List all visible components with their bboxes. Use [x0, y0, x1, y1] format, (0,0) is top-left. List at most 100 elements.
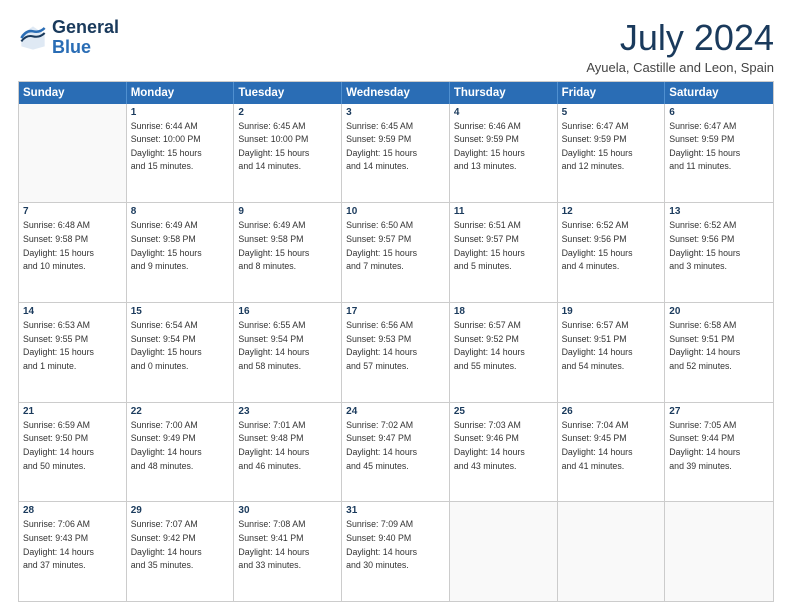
cell-info-line: Sunrise: 6:52 AM: [669, 219, 769, 233]
calendar-empty-cell: [665, 502, 773, 601]
cell-info-line: Sunset: 9:56 PM: [562, 233, 661, 247]
day-number: 11: [454, 206, 553, 217]
cell-info-line: Sunrise: 6:53 AM: [23, 319, 122, 333]
cell-info-line: Sunset: 10:00 PM: [131, 133, 230, 147]
cell-info-line: Daylight: 15 hours: [562, 147, 661, 161]
calendar-day-4: 4Sunrise: 6:46 AMSunset: 9:59 PMDaylight…: [450, 104, 558, 203]
cell-info-line: Sunset: 9:44 PM: [669, 432, 769, 446]
calendar-day-15: 15Sunrise: 6:54 AMSunset: 9:54 PMDayligh…: [127, 303, 235, 402]
cell-info-line: and 3 minutes.: [669, 260, 769, 274]
cell-info-line: Daylight: 15 hours: [131, 346, 230, 360]
cell-info-line: and 46 minutes.: [238, 460, 337, 474]
weekday-header: Friday: [558, 82, 666, 104]
calendar-day-5: 5Sunrise: 6:47 AMSunset: 9:59 PMDaylight…: [558, 104, 666, 203]
cell-info-line: Sunset: 9:43 PM: [23, 532, 122, 546]
cell-info-line: Sunrise: 7:07 AM: [131, 518, 230, 532]
day-number: 31: [346, 505, 445, 516]
cell-info-line: Sunrise: 6:46 AM: [454, 120, 553, 134]
calendar-header: SundayMondayTuesdayWednesdayThursdayFrid…: [19, 82, 773, 104]
cell-info-line: Sunrise: 6:45 AM: [238, 120, 337, 134]
cell-info-line: Sunset: 9:45 PM: [562, 432, 661, 446]
calendar-day-6: 6Sunrise: 6:47 AMSunset: 9:59 PMDaylight…: [665, 104, 773, 203]
cell-info-line: Daylight: 15 hours: [346, 247, 445, 261]
cell-info-line: Sunset: 9:59 PM: [454, 133, 553, 147]
cell-info-line: Daylight: 14 hours: [669, 446, 769, 460]
cell-info-line: Sunrise: 6:56 AM: [346, 319, 445, 333]
cell-info-line: Daylight: 15 hours: [346, 147, 445, 161]
cell-info-line: and 37 minutes.: [23, 559, 122, 573]
cell-info-line: and 39 minutes.: [669, 460, 769, 474]
day-number: 26: [562, 406, 661, 417]
cell-info-line: Daylight: 14 hours: [454, 446, 553, 460]
calendar-day-8: 8Sunrise: 6:49 AMSunset: 9:58 PMDaylight…: [127, 203, 235, 302]
cell-info-line: Daylight: 15 hours: [669, 247, 769, 261]
weekday-header: Monday: [127, 82, 235, 104]
cell-info-line: and 33 minutes.: [238, 559, 337, 573]
cell-info-line: Sunset: 9:58 PM: [131, 233, 230, 247]
day-number: 21: [23, 406, 122, 417]
weekday-header: Sunday: [19, 82, 127, 104]
cell-info-line: Sunset: 9:42 PM: [131, 532, 230, 546]
calendar-row: 21Sunrise: 6:59 AMSunset: 9:50 PMDayligh…: [19, 403, 773, 503]
day-number: 4: [454, 107, 553, 118]
cell-info-line: Sunrise: 6:51 AM: [454, 219, 553, 233]
day-number: 29: [131, 505, 230, 516]
cell-info-line: and 45 minutes.: [346, 460, 445, 474]
calendar-day-10: 10Sunrise: 6:50 AMSunset: 9:57 PMDayligh…: [342, 203, 450, 302]
cell-info-line: Sunset: 9:51 PM: [562, 333, 661, 347]
cell-info-line: and 11 minutes.: [669, 160, 769, 174]
calendar-day-29: 29Sunrise: 7:07 AMSunset: 9:42 PMDayligh…: [127, 502, 235, 601]
cell-info-line: Sunset: 9:40 PM: [346, 532, 445, 546]
title-block: July 2024 Ayuela, Castille and Leon, Spa…: [586, 18, 774, 75]
cell-info-line: Sunset: 9:53 PM: [346, 333, 445, 347]
cell-info-line: Sunrise: 6:58 AM: [669, 319, 769, 333]
day-number: 3: [346, 107, 445, 118]
day-number: 23: [238, 406, 337, 417]
cell-info-line: and 50 minutes.: [23, 460, 122, 474]
day-number: 9: [238, 206, 337, 217]
calendar-day-28: 28Sunrise: 7:06 AMSunset: 9:43 PMDayligh…: [19, 502, 127, 601]
cell-info-line: Daylight: 15 hours: [131, 247, 230, 261]
cell-info-line: and 48 minutes.: [131, 460, 230, 474]
calendar-day-19: 19Sunrise: 6:57 AMSunset: 9:51 PMDayligh…: [558, 303, 666, 402]
cell-info-line: and 15 minutes.: [131, 160, 230, 174]
calendar-day-13: 13Sunrise: 6:52 AMSunset: 9:56 PMDayligh…: [665, 203, 773, 302]
cell-info-line: Daylight: 14 hours: [669, 346, 769, 360]
cell-info-line: and 12 minutes.: [562, 160, 661, 174]
header: General Blue July 2024 Ayuela, Castille …: [18, 18, 774, 75]
cell-info-line: Sunset: 9:55 PM: [23, 333, 122, 347]
cell-info-line: Daylight: 14 hours: [562, 446, 661, 460]
day-number: 15: [131, 306, 230, 317]
logo-text: General Blue: [52, 18, 119, 58]
cell-info-line: and 7 minutes.: [346, 260, 445, 274]
cell-info-line: and 54 minutes.: [562, 360, 661, 374]
cell-info-line: Sunrise: 7:04 AM: [562, 419, 661, 433]
cell-info-line: and 14 minutes.: [238, 160, 337, 174]
calendar-day-25: 25Sunrise: 7:03 AMSunset: 9:46 PMDayligh…: [450, 403, 558, 502]
cell-info-line: and 30 minutes.: [346, 559, 445, 573]
cell-info-line: and 55 minutes.: [454, 360, 553, 374]
day-number: 14: [23, 306, 122, 317]
calendar: SundayMondayTuesdayWednesdayThursdayFrid…: [18, 81, 774, 602]
day-number: 2: [238, 107, 337, 118]
cell-info-line: Daylight: 14 hours: [562, 346, 661, 360]
cell-info-line: Sunset: 9:54 PM: [131, 333, 230, 347]
cell-info-line: Daylight: 15 hours: [238, 147, 337, 161]
location: Ayuela, Castille and Leon, Spain: [586, 60, 774, 75]
calendar-day-12: 12Sunrise: 6:52 AMSunset: 9:56 PMDayligh…: [558, 203, 666, 302]
calendar-day-9: 9Sunrise: 6:49 AMSunset: 9:58 PMDaylight…: [234, 203, 342, 302]
calendar-day-30: 30Sunrise: 7:08 AMSunset: 9:41 PMDayligh…: [234, 502, 342, 601]
cell-info-line: Sunrise: 7:06 AM: [23, 518, 122, 532]
weekday-header: Saturday: [665, 82, 773, 104]
cell-info-line: and 43 minutes.: [454, 460, 553, 474]
day-number: 28: [23, 505, 122, 516]
cell-info-line: Sunset: 9:59 PM: [562, 133, 661, 147]
day-number: 30: [238, 505, 337, 516]
calendar-day-16: 16Sunrise: 6:55 AMSunset: 9:54 PMDayligh…: [234, 303, 342, 402]
calendar-day-27: 27Sunrise: 7:05 AMSunset: 9:44 PMDayligh…: [665, 403, 773, 502]
weekday-header: Tuesday: [234, 82, 342, 104]
cell-info-line: Sunset: 9:59 PM: [346, 133, 445, 147]
cell-info-line: Daylight: 15 hours: [131, 147, 230, 161]
cell-info-line: Sunrise: 7:03 AM: [454, 419, 553, 433]
cell-info-line: Sunrise: 6:59 AM: [23, 419, 122, 433]
